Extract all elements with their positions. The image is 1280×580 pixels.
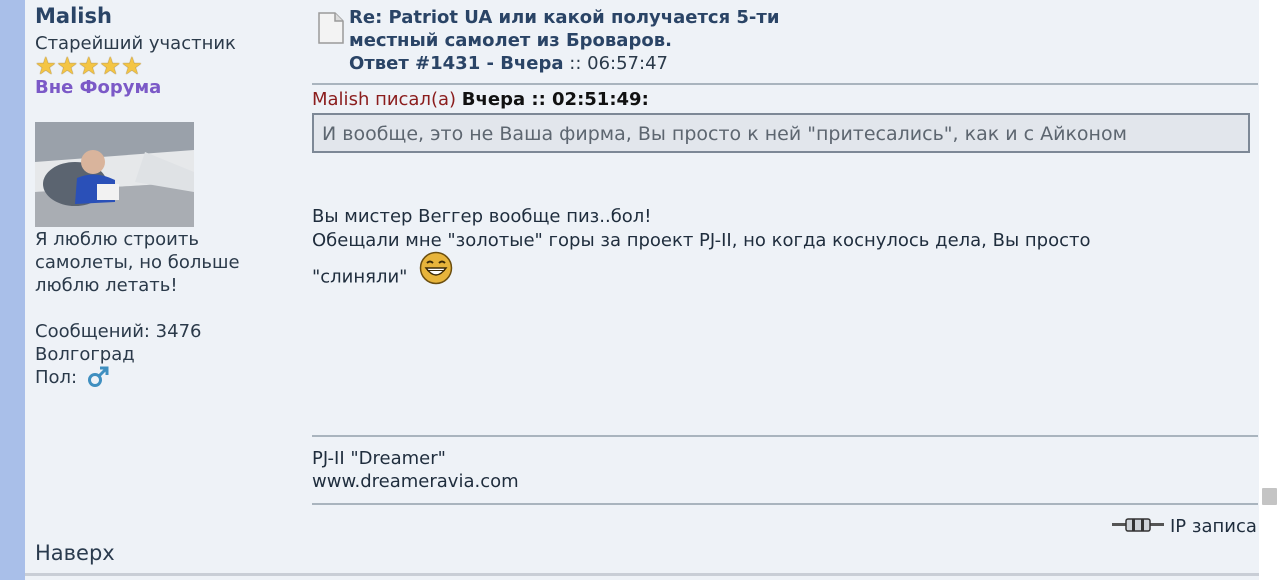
body-text: "слиняли"	[312, 266, 408, 288]
signature-divider	[312, 435, 1258, 437]
quote-author[interactable]: Malish писал(а)	[312, 89, 456, 110]
body-line: "слиняли"	[312, 251, 1212, 298]
quote-header: Malish писал(а) Вчера :: 02:51:49:	[312, 89, 649, 110]
left-sidebar-strip	[0, 0, 25, 580]
poster-personal-text: Я люблю строить самолеты, но больше любл…	[35, 229, 240, 296]
poster-location: Волгоград	[35, 344, 135, 365]
ip-record[interactable]: IP записа	[1112, 516, 1257, 537]
star-icon: ★	[99, 52, 122, 80]
post-body: Вы мистер Веггер вообще пиз..бол! Обещал…	[312, 205, 1212, 298]
post-meta: Ответ #1431 - Вчера :: 06:57:47	[349, 53, 668, 74]
star-icon: ★	[78, 52, 100, 80]
quote-text: И вообще, это не Ваша фирма, Вы просто к…	[322, 123, 1127, 145]
bottom-divider	[25, 573, 1259, 576]
poster-name[interactable]: Malish	[35, 4, 112, 28]
reply-time: :: 06:57:47	[569, 53, 668, 74]
rank-stars: ★ ★ ★ ★ ★	[35, 54, 143, 78]
laughing-smiley-icon	[419, 251, 453, 292]
online-status: Вне Форума	[35, 77, 162, 98]
body-line: Обещали мне "золотые" горы за проект PJ-…	[312, 230, 1091, 251]
ip-label: IP записа	[1170, 516, 1257, 537]
male-icon	[87, 366, 109, 388]
star-icon: ★	[35, 52, 57, 80]
body-line: Вы мистер Веггер вообще пиз..бол!	[312, 206, 652, 227]
star-icon: ★	[56, 52, 79, 80]
divider	[312, 83, 1258, 85]
star-icon: ★	[121, 52, 143, 80]
back-to-top-link[interactable]: Наверх	[35, 541, 115, 565]
reply-number[interactable]: Ответ #1431 - Вчера	[349, 53, 564, 74]
ip-icon	[1112, 517, 1164, 537]
document-icon	[318, 12, 344, 48]
post-count: Сообщений: 3476	[35, 321, 202, 342]
divider	[312, 503, 1258, 505]
quote-box: И вообще, это не Ваша фирма, Вы просто к…	[312, 113, 1250, 153]
gender-row: Пол:	[35, 366, 201, 389]
signature-line: PJ-II "Dreamer"	[312, 448, 446, 469]
avatar[interactable]	[35, 122, 194, 227]
poster-rank: Старейший участник	[35, 33, 236, 54]
signature-link[interactable]: www.dreameravia.com	[312, 471, 519, 492]
scrollbar-thumb[interactable]	[1262, 488, 1277, 505]
quote-time: Вчера :: 02:51:49:	[461, 89, 649, 110]
poster-stats: Сообщений: 3476 Волгоград Пол:	[35, 320, 201, 389]
post-title[interactable]: Re: Patriot UA или какой получается 5-ти…	[349, 6, 789, 52]
gender-label: Пол:	[35, 367, 78, 388]
